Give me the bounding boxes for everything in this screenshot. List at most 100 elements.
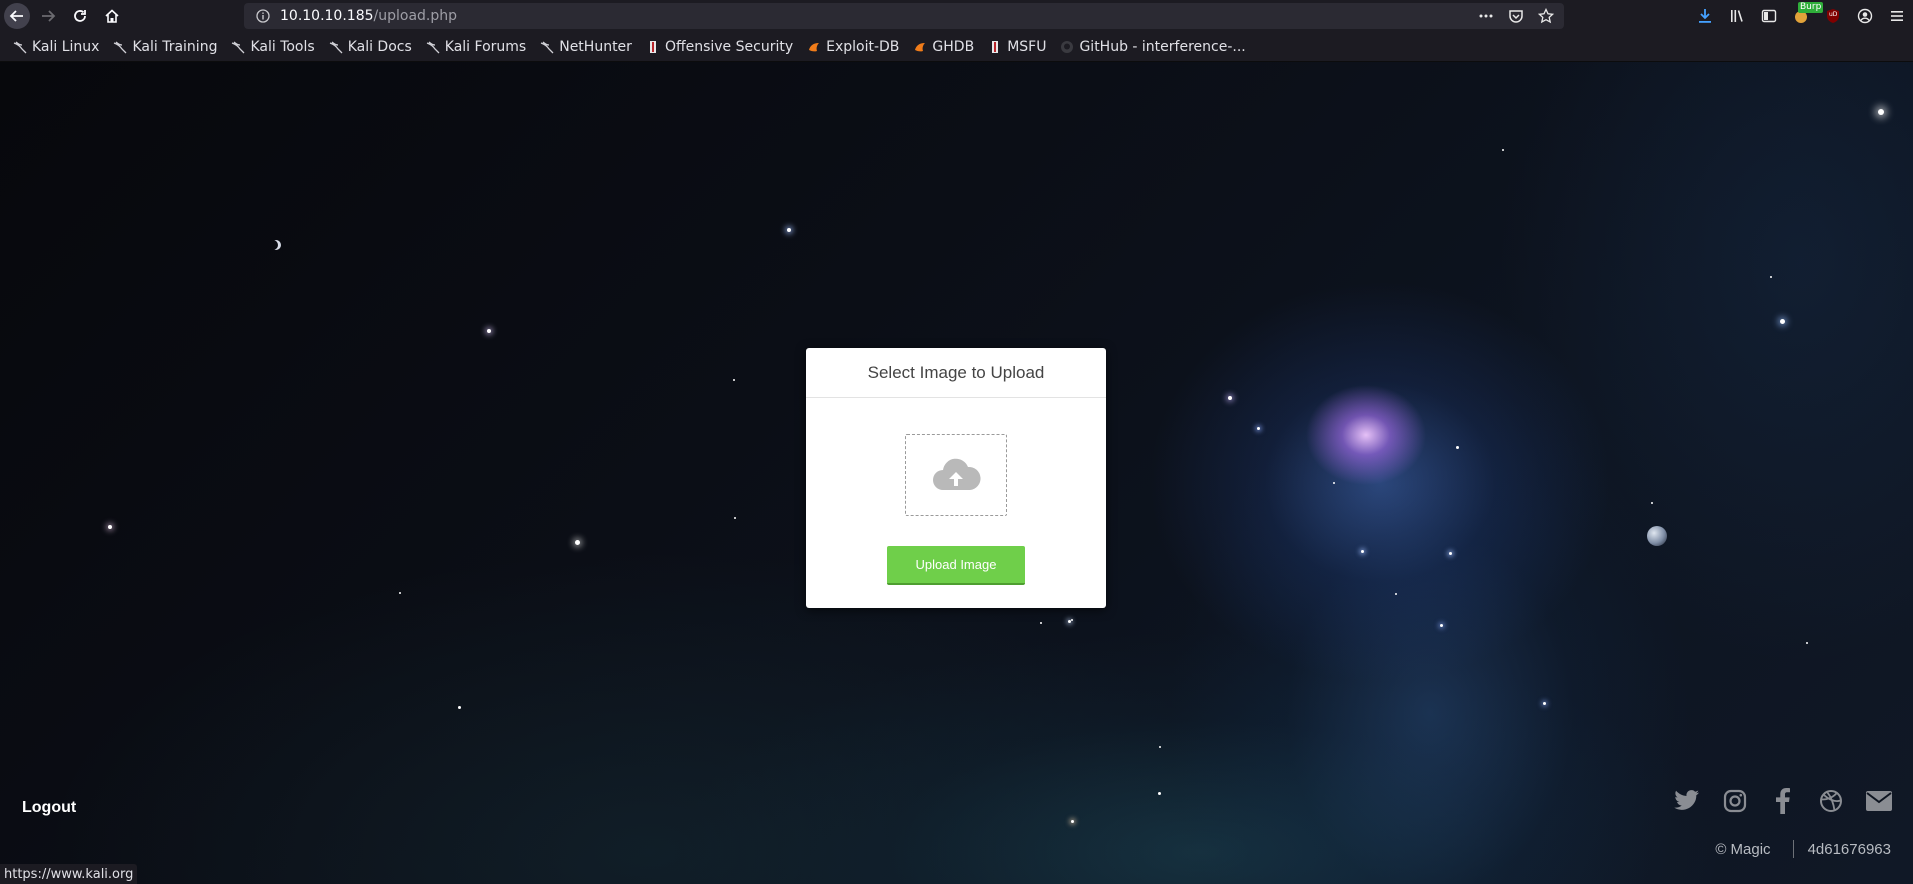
bookmark-label: GHDB	[932, 38, 975, 55]
star	[1806, 642, 1808, 644]
offsec-icon	[646, 40, 660, 54]
library-button[interactable]	[1721, 0, 1753, 32]
url-path: /upload.php	[373, 8, 458, 24]
star	[734, 517, 736, 519]
upload-card-title: Select Image to Upload	[806, 348, 1106, 398]
bookmark-offensive-security[interactable]: Offensive Security	[641, 35, 798, 59]
star	[1651, 502, 1653, 504]
bookmark-label: Kali Forums	[444, 38, 527, 55]
bookmark-label: GitHub - interference-...	[1079, 38, 1246, 55]
back-button[interactable]	[2, 0, 32, 32]
crescent-moon	[271, 240, 281, 250]
site-info-button[interactable]	[250, 9, 276, 23]
kali-dragon-icon	[426, 40, 440, 54]
star	[399, 592, 401, 594]
url-host: 10.10.10.185	[280, 8, 374, 24]
star	[1440, 624, 1443, 627]
app-menu-button[interactable]	[1881, 0, 1913, 32]
bookmark-exploit-db[interactable]: Exploit-DB	[802, 35, 904, 59]
reload-icon	[74, 10, 86, 22]
star	[1158, 792, 1161, 795]
exploitdb-icon	[913, 40, 927, 54]
page-background: Select Image to Upload Upload Image Logo…	[0, 62, 1913, 884]
home-icon	[105, 9, 119, 23]
star	[733, 379, 735, 381]
bookmark-label: Exploit-DB	[826, 38, 900, 55]
footer-meta: © Magic 4d61676963	[1715, 840, 1891, 858]
pocket-button[interactable]	[1504, 4, 1528, 28]
bookmark-label: MSFU	[1007, 38, 1047, 55]
star	[1502, 149, 1504, 151]
star	[1770, 276, 1772, 278]
bookmark-kali-forums[interactable]: Kali Forums	[421, 35, 531, 59]
logout-link[interactable]: Logout	[22, 799, 76, 817]
twitter-link[interactable]	[1673, 787, 1701, 815]
social-links	[1673, 787, 1893, 815]
bookmark-label: NetHunter	[559, 38, 632, 55]
star	[1228, 396, 1232, 400]
sidebar-button[interactable]	[1753, 0, 1785, 32]
star	[1449, 552, 1452, 555]
browser-toolbar: 10.10.10.185/upload.php Burp uD	[0, 0, 1913, 32]
library-icon	[1731, 10, 1743, 22]
offsec-icon	[988, 40, 1002, 54]
bookmark-label: Kali Docs	[347, 38, 412, 55]
planet	[1647, 526, 1667, 546]
facebook-icon	[1776, 788, 1790, 814]
bookmark-msfu[interactable]: MSFU	[983, 35, 1051, 59]
exploitdb-icon	[807, 40, 821, 54]
bookmark-kali-tools[interactable]: Kali Tools	[226, 35, 319, 59]
forward-button[interactable]	[32, 0, 64, 32]
upload-image-button[interactable]: Upload Image	[887, 546, 1025, 585]
bookmark-ghdb[interactable]: GHDB	[908, 35, 979, 59]
bookmark-kali-linux[interactable]: Kali Linux	[8, 35, 104, 59]
bookmark-label: Offensive Security	[664, 38, 794, 55]
ublock-extension-button[interactable]: uD	[1817, 0, 1849, 32]
url-text[interactable]: 10.10.10.185/upload.php	[280, 8, 457, 24]
star	[1395, 593, 1397, 595]
cloud-upload-icon	[933, 458, 981, 490]
bookmark-kali-docs[interactable]: Kali Docs	[324, 35, 417, 59]
bookmark-kali-training[interactable]: Kali Training	[108, 35, 222, 59]
url-bar[interactable]: 10.10.10.185/upload.php	[244, 3, 1564, 29]
arrow-left-icon	[9, 10, 23, 22]
star	[1543, 702, 1546, 705]
facebook-link[interactable]	[1769, 787, 1797, 815]
burp-extension-button[interactable]: Burp	[1785, 0, 1824, 32]
bookmark-github[interactable]: GitHub - interference-...	[1055, 35, 1250, 59]
ellipsis-icon	[1479, 14, 1493, 18]
reload-button[interactable]	[64, 0, 96, 32]
account-button[interactable]	[1849, 0, 1881, 32]
star	[108, 525, 112, 529]
instagram-link[interactable]	[1721, 787, 1749, 815]
bookmark-nethunter[interactable]: NetHunter	[535, 35, 637, 59]
kali-dragon-icon	[231, 40, 245, 54]
github-icon	[1060, 40, 1074, 54]
account-icon	[1857, 8, 1873, 24]
image-dropzone[interactable]	[905, 434, 1007, 516]
bookmarks-bar: Kali Linux Kali Training Kali Tools Kali…	[0, 32, 1913, 62]
hamburger-menu-icon	[1891, 11, 1903, 21]
star	[1040, 622, 1042, 624]
star	[1333, 482, 1335, 484]
kali-dragon-icon	[13, 40, 27, 54]
star	[575, 540, 580, 545]
page-actions-button[interactable]	[1474, 4, 1498, 28]
copyright-text: © Magic	[1715, 840, 1771, 858]
home-button[interactable]	[96, 0, 128, 32]
star	[1780, 319, 1785, 324]
twitter-icon	[1674, 790, 1699, 810]
bookmark-label: Kali Training	[132, 38, 218, 55]
dribbble-link[interactable]	[1817, 787, 1845, 815]
link-status-bar: https://www.kali.org	[0, 864, 138, 884]
star	[1878, 109, 1884, 115]
footer-hash: 4d61676963	[1807, 840, 1891, 858]
downloads-button[interactable]	[1689, 0, 1721, 32]
kali-dragon-icon	[329, 40, 343, 54]
bookmark-star-button[interactable]	[1534, 4, 1558, 28]
email-link[interactable]	[1865, 787, 1893, 815]
star-icon	[1538, 8, 1554, 24]
mail-icon	[1866, 791, 1892, 811]
dribbble-icon	[1820, 790, 1842, 812]
kali-dragon-icon	[113, 40, 127, 54]
